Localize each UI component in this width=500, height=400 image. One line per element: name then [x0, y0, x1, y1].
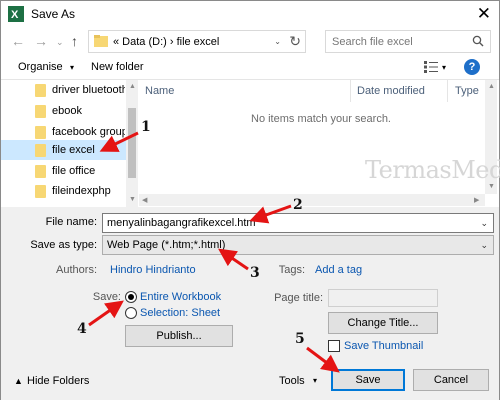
- folder-icon: [35, 84, 46, 97]
- back-arrow-icon[interactable]: ←: [11, 33, 25, 49]
- organise-dropdown-icon[interactable]: ▾: [70, 63, 74, 72]
- title-bar: X Save As ✕: [1, 1, 499, 27]
- scroll-thumb[interactable]: [128, 108, 136, 178]
- search-input[interactable]: Search file excel: [332, 36, 413, 48]
- hide-folders-button[interactable]: Hide Folders: [27, 375, 89, 387]
- column-separator[interactable]: [447, 80, 448, 102]
- svg-text:X: X: [11, 9, 19, 21]
- save-as-type-select[interactable]: Web Page (*.htm;*.html) ⌄: [102, 235, 494, 255]
- publish-button[interactable]: Publish...: [125, 325, 233, 347]
- command-bar: Organise ▾ New folder ▾ ?: [1, 59, 499, 79]
- page-title-label: Page title:: [274, 292, 323, 304]
- tree-item-label: ebook: [52, 105, 82, 117]
- save-as-type-value[interactable]: Web Page (*.htm;*.html): [107, 239, 225, 251]
- annotation-number: 2: [293, 197, 303, 213]
- tree-item-label: fileindexphp: [52, 185, 111, 197]
- column-separator[interactable]: [350, 80, 351, 102]
- organise-button[interactable]: Organise: [18, 61, 63, 73]
- folder-icon: [35, 144, 46, 157]
- change-title-button[interactable]: Change Title...: [328, 312, 438, 334]
- help-icon[interactable]: ?: [464, 59, 480, 75]
- save-button[interactable]: Save: [331, 369, 405, 391]
- file-name-label: File name:: [45, 216, 97, 228]
- tree-item[interactable]: driver bluetooth: [1, 80, 126, 100]
- column-header-type[interactable]: Type: [455, 85, 479, 97]
- view-options-icon[interactable]: [424, 61, 438, 73]
- tags-label: Tags:: [278, 264, 305, 276]
- folder-icon: [94, 35, 108, 47]
- selection-sheet-radio[interactable]: [125, 307, 137, 319]
- address-path[interactable]: « Data (D:) › file excel: [113, 36, 219, 48]
- excel-icon: X: [8, 6, 24, 22]
- address-bar[interactable]: « Data (D:) › file excel ⌄ ↻: [88, 30, 306, 53]
- tree-item-label: file excel: [52, 144, 95, 156]
- add-tag-link[interactable]: Add a tag: [315, 264, 362, 276]
- save-thumbnail-checkbox[interactable]: [328, 340, 340, 352]
- save-as-dialog: X Save As ✕ ← → ⌄ ↑ « Data (D:) › file e…: [0, 0, 500, 400]
- annotation-number: 4: [77, 321, 87, 337]
- tree-item[interactable]: ebook: [1, 101, 126, 121]
- empty-message: No items match your search.: [251, 113, 391, 125]
- folder-icon: [35, 185, 46, 198]
- tools-dropdown-icon[interactable]: ▾: [313, 376, 317, 385]
- file-list: Name Date modified Type No items match y…: [139, 80, 499, 208]
- column-header-name[interactable]: Name: [145, 85, 174, 97]
- list-horizontal-scrollbar[interactable]: ◀ ▶: [139, 194, 485, 206]
- window-title: Save As: [31, 7, 76, 21]
- new-folder-button[interactable]: New folder: [91, 61, 144, 73]
- navigation-pane: driver bluetooth ebook facebook group fi…: [1, 80, 139, 208]
- annotation-number: 3: [250, 265, 260, 281]
- tree-item-label: file office: [52, 165, 96, 177]
- scroll-right-icon[interactable]: ▶: [474, 196, 479, 204]
- file-name-dropdown-icon[interactable]: ⌄: [480, 218, 488, 229]
- navigation-bar: ← → ⌄ ↑ « Data (D:) › file excel ⌄ ↻ Sea…: [1, 27, 499, 57]
- up-arrow-icon[interactable]: ↑: [71, 33, 78, 49]
- search-icon[interactable]: [472, 35, 484, 47]
- folder-icon: [35, 105, 46, 118]
- scroll-down-icon[interactable]: ▼: [488, 183, 495, 190]
- save-scope-label: Save:: [92, 291, 121, 303]
- refresh-icon[interactable]: ↻: [289, 33, 301, 50]
- tree-item-file-excel[interactable]: file excel: [1, 140, 126, 160]
- search-box[interactable]: Search file excel: [325, 30, 491, 53]
- tree-item-label: driver bluetooth: [52, 84, 125, 96]
- folder-icon: [35, 126, 46, 139]
- tree-item[interactable]: file office: [1, 161, 126, 181]
- hide-folders-icon[interactable]: ▲: [14, 376, 23, 386]
- scroll-up-icon[interactable]: ▲: [129, 83, 136, 90]
- recent-locations-icon[interactable]: ⌄: [56, 37, 64, 48]
- address-dropdown-icon[interactable]: ⌄: [274, 37, 281, 46]
- view-dropdown-icon[interactable]: ▾: [442, 63, 446, 72]
- scroll-left-icon[interactable]: ◀: [142, 196, 147, 204]
- page-title-field[interactable]: [328, 289, 438, 307]
- cancel-button[interactable]: Cancel: [413, 369, 489, 391]
- save-as-type-dropdown-icon[interactable]: ⌄: [480, 240, 488, 251]
- file-name-field[interactable]: menyalinbagangrafikexcel.htm ⌄: [102, 213, 494, 233]
- entire-workbook-label[interactable]: Entire Workbook: [140, 291, 221, 303]
- authors-label: Authors:: [56, 264, 97, 276]
- tree-item-label: facebook group: [52, 126, 125, 138]
- entire-workbook-radio[interactable]: [125, 291, 137, 303]
- save-thumbnail-label[interactable]: Save Thumbnail: [344, 340, 423, 352]
- tools-button[interactable]: Tools: [279, 375, 305, 387]
- column-header-date-modified[interactable]: Date modified: [357, 85, 425, 97]
- save-as-type-label: Save as type:: [30, 239, 97, 251]
- annotation-number: 5: [295, 331, 305, 347]
- watermark: TermasMedia: [365, 156, 500, 184]
- folder-icon: [35, 165, 46, 178]
- authors-value[interactable]: Hindro Hindrianto: [110, 264, 196, 276]
- scroll-down-icon[interactable]: ▼: [129, 196, 136, 203]
- file-browser: driver bluetooth ebook facebook group fi…: [1, 79, 499, 208]
- tree-item[interactable]: fileindexphp: [1, 181, 126, 201]
- tree-item[interactable]: facebook group: [1, 122, 126, 142]
- file-name-value[interactable]: menyalinbagangrafikexcel.htm: [107, 217, 256, 229]
- selection-sheet-label[interactable]: Selection: Sheet: [140, 307, 220, 319]
- tree-scrollbar[interactable]: ▲ ▼: [126, 80, 138, 208]
- close-icon[interactable]: ✕: [477, 4, 491, 24]
- scroll-up-icon[interactable]: ▲: [488, 83, 495, 90]
- save-options-panel: File name: menyalinbagangrafikexcel.htm …: [1, 207, 499, 400]
- annotation-number: 1: [141, 119, 151, 135]
- forward-arrow-icon[interactable]: →: [34, 33, 48, 49]
